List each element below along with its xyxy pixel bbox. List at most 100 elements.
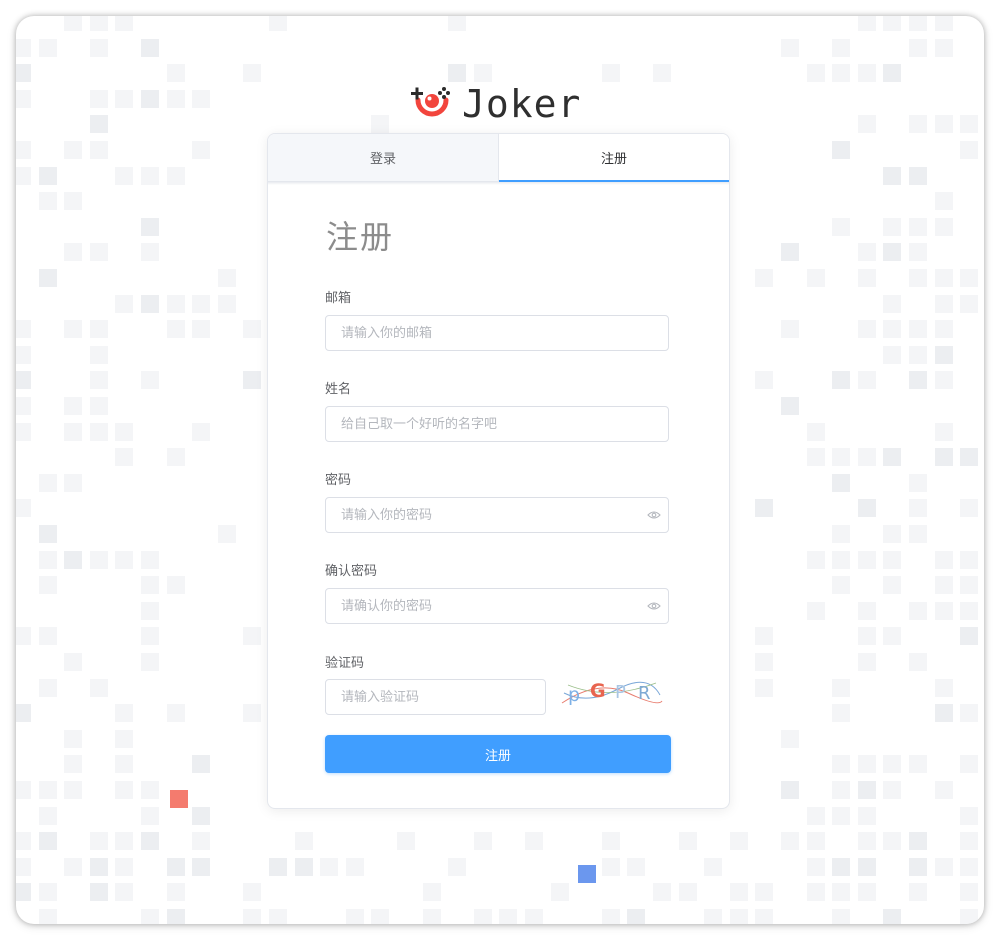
tab-register[interactable]: 注册: [499, 134, 729, 182]
background-tile: [38, 550, 57, 569]
background-tile: [16, 832, 31, 851]
background-tile: [89, 678, 108, 697]
background-tile: [678, 883, 697, 902]
background-tile: [832, 883, 851, 902]
register-button[interactable]: 注册: [325, 735, 671, 773]
background-tile: [909, 115, 927, 134]
accent-tile: [170, 790, 188, 808]
background-tile: [806, 448, 825, 467]
background-tile: [166, 166, 185, 185]
password-field[interactable]: [325, 497, 669, 533]
captcha-field[interactable]: [325, 679, 546, 715]
background-tile: [960, 704, 979, 723]
background-tile: [934, 448, 953, 467]
background-tile: [806, 269, 825, 287]
email-label: 邮箱: [325, 291, 352, 306]
background-tile: [832, 473, 851, 492]
background-tile: [755, 627, 774, 646]
background-tile: [38, 678, 57, 697]
background-tile: [38, 832, 57, 851]
background-tile: [934, 781, 953, 799]
background-tile: [16, 64, 31, 83]
background-tile: [16, 397, 31, 415]
background-tile: [909, 653, 927, 671]
background-tile: [64, 473, 83, 492]
background-tile: [832, 909, 851, 924]
name-field[interactable]: [325, 406, 669, 442]
background-tile: [217, 294, 236, 313]
background-tile: [115, 422, 134, 441]
background-tile: [269, 857, 287, 876]
background-tile: [38, 909, 57, 924]
background-tile: [141, 627, 159, 646]
background-tile: [115, 832, 134, 851]
background-tile: [934, 16, 953, 31]
background-tile: [141, 294, 159, 313]
background-tile: [525, 832, 543, 851]
background-tile: [857, 806, 876, 825]
email-field[interactable]: [325, 315, 669, 351]
background-tile: [909, 243, 927, 262]
background-tile: [883, 576, 902, 595]
background-tile: [883, 64, 902, 83]
background-tile: [857, 653, 876, 671]
background-tile: [166, 909, 185, 924]
background-tile: [89, 16, 108, 31]
background-tile: [704, 909, 723, 924]
background-tile: [909, 371, 927, 390]
background-tile: [781, 320, 799, 339]
eye-icon[interactable]: [647, 510, 661, 520]
background-tile: [115, 857, 134, 876]
background-tile: [601, 64, 620, 83]
background-tile: [269, 909, 287, 924]
background-tile: [115, 448, 134, 467]
background-tile: [448, 16, 467, 31]
tab-login[interactable]: 登录: [268, 134, 499, 182]
background-tile: [166, 89, 185, 108]
captcha-image[interactable]: p G P R: [558, 671, 664, 709]
background-tile: [38, 883, 57, 902]
background-tile: [627, 857, 646, 876]
confirm-password-field[interactable]: [325, 588, 669, 624]
background-tile: [64, 550, 83, 569]
background-tile: [832, 704, 851, 723]
background-tile: [883, 627, 902, 646]
background-tile: [89, 422, 108, 441]
background-tile: [38, 806, 57, 825]
background-tile: [883, 320, 902, 339]
background-tile: [806, 806, 825, 825]
background-tile: [909, 832, 927, 851]
background-tile: [141, 832, 159, 851]
background-tile: [16, 781, 31, 799]
background-tile: [832, 857, 851, 876]
background-tile: [755, 371, 774, 390]
background-tile: [934, 294, 953, 313]
background-tile: [166, 857, 185, 876]
background-tile: [960, 269, 979, 287]
background-tile: [832, 217, 851, 236]
background-tile: [857, 243, 876, 262]
background-tile: [960, 627, 979, 646]
background-tile: [64, 16, 83, 31]
background-tile: [601, 909, 620, 924]
background-tile: [115, 704, 134, 723]
eye-icon[interactable]: [647, 601, 661, 611]
background-tile: [857, 601, 876, 620]
background-tile: [857, 627, 876, 646]
background-tile: [525, 909, 543, 924]
background-tile: [806, 832, 825, 851]
background-tile: [294, 832, 313, 851]
background-tile: [473, 909, 492, 924]
background-tile: [857, 64, 876, 83]
background-tile: [729, 909, 748, 924]
background-tile: [64, 422, 83, 441]
background-tile: [960, 601, 979, 620]
tab-divider: [268, 182, 729, 185]
background-tile: [960, 294, 979, 313]
background-tile: [934, 704, 953, 723]
background-tile: [883, 16, 902, 31]
background-tile: [934, 678, 953, 697]
background-tile: [960, 499, 979, 518]
background-tile: [806, 550, 825, 569]
background-tile: [89, 397, 108, 415]
